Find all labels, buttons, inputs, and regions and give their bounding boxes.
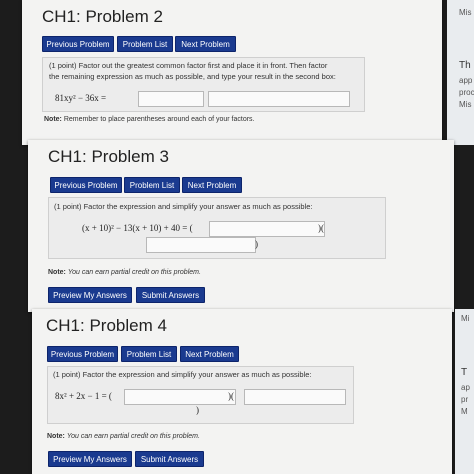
sidebar-text: Mis: [459, 8, 472, 17]
answer-input-2[interactable]: [146, 237, 256, 253]
paren-separator: )(: [228, 391, 234, 401]
problem-prompt: (1 point) Factor the expression and simp…: [53, 370, 312, 379]
problem3-panel: CH1: Problem 3 Previous Problem Problem …: [28, 140, 454, 312]
note-text: Note: You can earn partial credit on thi…: [48, 269, 201, 276]
problem-list-button[interactable]: Problem List: [121, 346, 177, 362]
sidebar-text: T: [461, 367, 468, 378]
problem2-panel: CH1: Problem 2 Previous Problem Problem …: [22, 0, 442, 145]
next-problem-button[interactable]: Next Problem: [175, 36, 236, 52]
preview-answers-button[interactable]: Preview My Answers: [48, 451, 132, 467]
previous-problem-button[interactable]: Previous Problem: [50, 177, 122, 193]
sidebar-text: ap: [461, 383, 470, 392]
problem-prompt: (1 point) Factor the expression and simp…: [54, 202, 313, 211]
answer-input-1[interactable]: [138, 91, 204, 107]
sidebar-text: Mi: [461, 314, 470, 323]
answer-input-1[interactable]: [209, 221, 325, 237]
page-title: CH1: Problem 4: [46, 316, 167, 335]
problem-prompt-line1: (1 point) Factor out the greatest common…: [49, 61, 328, 70]
sidebar-text: proc: [459, 88, 474, 97]
math-expression: (x + 10)² − 13(x + 10) + 40 = (: [82, 223, 193, 233]
answer-input-2[interactable]: [244, 389, 346, 405]
sidebar-text: pr: [461, 395, 469, 404]
preview-answers-button[interactable]: Preview My Answers: [48, 287, 132, 303]
note-text: Note: You can earn partial credit on thi…: [47, 433, 200, 440]
page-title: CH1: Problem 3: [48, 147, 169, 166]
page-title: CH1: Problem 2: [42, 7, 163, 26]
note-text: Note: Remember to place parentheses arou…: [44, 116, 255, 123]
problem4-panel: CH1: Problem 4 Previous Problem Problem …: [32, 309, 452, 474]
previous-problem-button[interactable]: Previous Problem: [42, 36, 114, 52]
sidebar-fragment-bottom: Mi T ap pr M: [455, 309, 474, 474]
submit-answers-button[interactable]: Submit Answers: [136, 287, 205, 303]
sidebar-text: app: [459, 76, 473, 85]
previous-problem-button[interactable]: Previous Problem: [47, 346, 118, 362]
submit-answers-button[interactable]: Submit Answers: [135, 451, 204, 467]
next-problem-button[interactable]: Next Problem: [182, 177, 242, 193]
sidebar-text: Th: [459, 60, 471, 71]
problem-prompt-line2: the remaining expression as much as poss…: [49, 72, 336, 81]
next-problem-button[interactable]: Next Problem: [180, 346, 239, 362]
sidebar-fragment-top: Mis Th app proc Mis: [447, 0, 474, 145]
sidebar-text: Mis: [459, 100, 472, 109]
paren-separator: )(: [318, 223, 324, 233]
sidebar-text: M: [461, 407, 468, 416]
paren-close: ): [255, 239, 258, 249]
math-expression: 81xy² − 36x =: [55, 93, 107, 103]
problem-list-button[interactable]: Problem List: [117, 36, 173, 52]
math-expression: 8x² + 2x − 1 = (: [55, 391, 112, 401]
problem-list-button[interactable]: Problem List: [124, 177, 180, 193]
paren-close: ): [196, 405, 199, 415]
answer-input-2[interactable]: [208, 91, 350, 107]
answer-input-1[interactable]: [124, 389, 236, 405]
